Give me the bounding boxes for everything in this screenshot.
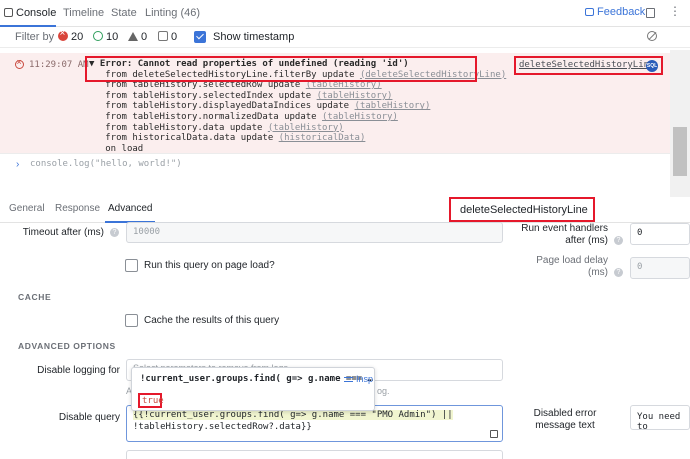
- filter-errors[interactable]: 20: [58, 28, 84, 43]
- filter-label: Filter by: [15, 31, 55, 43]
- warning-count: 0: [141, 31, 148, 43]
- tab-state[interactable]: State: [111, 7, 137, 19]
- disabled-error-label: Disabled error message text: [533, 408, 597, 431]
- popup-result-value: true: [138, 393, 164, 408]
- info-icon: [93, 31, 103, 41]
- prompt-icon: ›: [16, 159, 20, 170]
- console-icon: [4, 8, 13, 17]
- clear-console-icon[interactable]: [647, 31, 657, 41]
- show-timestamp-checkbox[interactable]: [194, 31, 206, 43]
- page-load-delay-label: Page load delay (ms): [536, 255, 608, 278]
- help-icon: ?: [110, 228, 119, 237]
- code-line-1: {{!current_user.groups.find( g=> g.name …: [133, 410, 453, 420]
- cache-section-title: CACHE: [18, 292, 52, 302]
- filter-bar: Filter by 20 10 0 0 Show timestamp: [0, 27, 690, 48]
- stack-link[interactable]: (tableHistory): [268, 123, 344, 133]
- error-count: 20: [71, 31, 84, 43]
- stack-link[interactable]: (tableHistory): [317, 91, 393, 101]
- stack-line: from tableHistory.data update: [105, 122, 263, 133]
- expand-editor-icon[interactable]: [490, 430, 498, 438]
- warning-icon: [128, 32, 138, 41]
- cache-checkbox[interactable]: [125, 314, 138, 327]
- stack-line: from tableHistory.displayedDataIndices u…: [105, 101, 350, 112]
- dock-icon[interactable]: [646, 8, 655, 18]
- stack-link[interactable]: (tableHistory): [322, 112, 398, 122]
- stack-line: from tableHistory.selectedIndex update: [105, 90, 312, 101]
- annotation-box-source: [514, 56, 663, 75]
- console-scrollbar-thumb[interactable]: [673, 127, 687, 176]
- feedback-label: Feedback: [597, 6, 646, 18]
- tab-response[interactable]: Response: [55, 203, 100, 214]
- disable-logging-label: Disable logging for: [37, 365, 120, 376]
- stack-link[interactable]: (tableHistory): [355, 101, 431, 111]
- tab-advanced[interactable]: Advanced: [108, 203, 152, 214]
- filter-logs[interactable]: 0: [158, 31, 177, 43]
- tab-timeline[interactable]: Timeline: [63, 7, 104, 19]
- error-icon: [58, 28, 68, 41]
- annotation-box-error: [85, 56, 477, 82]
- more-options-icon[interactable]: ⋮: [669, 4, 681, 18]
- popup-expression: !current_user.groups.find( g=> g.name ==…: [140, 374, 373, 384]
- logging-hint-end: og.: [377, 386, 390, 396]
- error-timestamp: 11:29:07 AM: [29, 60, 89, 70]
- help-icon: ?: [614, 268, 623, 277]
- tab-console[interactable]: Console: [16, 7, 56, 19]
- timeout-input[interactable]: 10000: [126, 222, 503, 243]
- run-event-handlers-input[interactable]: 0: [630, 223, 690, 245]
- filter-info[interactable]: 10: [93, 31, 118, 43]
- page-load-delay-input[interactable]: 0: [630, 257, 690, 279]
- disable-query-label: Disable query: [58, 412, 120, 423]
- filter-warnings[interactable]: 0: [128, 31, 147, 43]
- info-count: 10: [106, 31, 119, 43]
- query-name-annotation: deleteSelectedHistoryLine: [449, 197, 595, 222]
- run-event-handlers-label: Run event handlers after (ms): [521, 223, 608, 246]
- stack-line: from historicalData.data update: [105, 133, 274, 144]
- cache-label: Cache the results of this query: [144, 315, 280, 326]
- error-entry-icon: [15, 57, 24, 69]
- tab-general[interactable]: General: [9, 203, 45, 214]
- stack-link[interactable]: (historicalData): [279, 133, 366, 143]
- log-icon: [158, 31, 168, 41]
- run-on-load-checkbox[interactable]: [125, 259, 138, 272]
- feedback-button[interactable]: Feedback: [585, 6, 645, 18]
- advanced-section-title: ADVANCED OPTIONS: [18, 341, 116, 351]
- inspect-link[interactable]: Insp: [356, 374, 373, 384]
- code-line-2: !tableHistory.selectedRow?.data}}: [133, 422, 312, 432]
- expression-preview-popup: !current_user.groups.find( g=> g.name ==…: [131, 367, 375, 411]
- log-count: 0: [171, 31, 178, 43]
- devtools-tab-bar: Console Timeline State Linting (46) Feed…: [0, 0, 690, 27]
- help-icon: ?: [614, 236, 623, 245]
- inspect-icon[interactable]: [344, 377, 353, 382]
- stack-line: from tableHistory.normalizedData update: [105, 111, 317, 122]
- run-on-load-label: Run this query on page load?: [144, 260, 275, 271]
- tab-linting[interactable]: Linting (46): [145, 7, 200, 19]
- timeout-label: Timeout after (ms): [22, 227, 104, 238]
- feedback-icon: [585, 8, 594, 16]
- console-input-line[interactable]: › console.log("hello, world!"): [0, 153, 670, 175]
- disabled-error-input[interactable]: You need to: [630, 405, 690, 432]
- show-timestamp-label: Show timestamp: [213, 31, 295, 43]
- next-field-input[interactable]: [126, 450, 503, 459]
- console-input[interactable]: console.log("hello, world!"): [30, 159, 182, 169]
